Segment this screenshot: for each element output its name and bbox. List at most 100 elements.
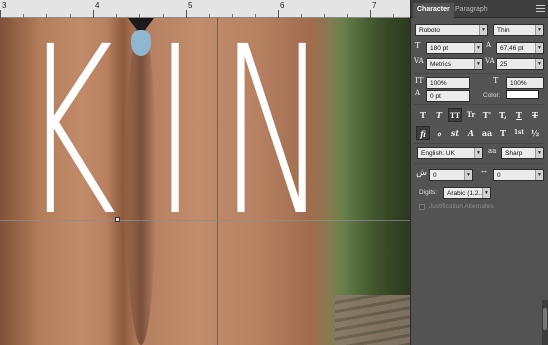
headline-letter-k: K [22,0,117,267]
language-value: English: UK [421,150,455,157]
strikethrough-button[interactable]: T [528,108,542,122]
chevron-down-icon: ▼ [535,59,543,69]
tab-paragraph[interactable]: Paragraph [451,3,492,18]
faux-bold-button[interactable]: T [416,108,430,122]
tab-character[interactable]: Character [413,3,454,18]
faux-italic-button[interactable]: T [432,108,446,122]
ruler-tick [232,14,233,18]
chevron-down-icon: ▼ [474,43,482,53]
chevron-down-icon: ▼ [474,59,482,69]
discretionary-ligatures-button[interactable]: st [448,126,462,140]
kashida-icon: ش [416,168,427,178]
ruler-tick [186,10,187,18]
ruler-number: 5 [188,1,193,10]
text-layer-headline[interactable]: K I N [22,0,382,267]
chevron-down-icon: ▼ [464,170,472,180]
text-color-swatch[interactable] [506,90,539,99]
divider [414,143,544,144]
diacritics-dropdown[interactable]: 0 ▼ [493,169,544,181]
panel-menu-icon[interactable] [536,5,545,12]
all-caps-button[interactable]: TT [448,108,462,122]
ruler-tick [347,14,348,18]
digits-label: Digits: [419,189,438,196]
divider [414,163,544,164]
headline-letter-i: I [154,0,197,267]
subscript-button[interactable]: T, [496,108,510,122]
ruler-tick [255,14,256,18]
justification-alternates-label: Justification Alternates [429,203,494,210]
leading-field[interactable]: 67,46 pt ▼ [496,42,544,54]
language-dropdown[interactable]: English: UK ▼ [417,147,483,159]
ordinals-button[interactable]: 1st [512,126,526,140]
digits-value: Arabic (1,2... [447,190,484,197]
anchor-handle[interactable] [115,217,120,222]
titling-alternates-button[interactable]: T [496,126,510,140]
antialias-value: Sharp [505,150,523,157]
ruler-tick [324,14,325,18]
character-panel: Character Paragraph Roboto ▼ Thin ▼ T 18… [410,0,548,345]
scrollbar-thumb[interactable] [543,308,547,330]
ruler-number: 4 [95,1,100,10]
panel-tab-bar: Character Paragraph [411,0,548,18]
chevron-down-icon: ▼ [535,170,543,180]
ruler-tick [393,14,394,18]
ruler-tick [278,10,279,18]
diacritics-icon: ↔ [481,168,487,176]
vertical-scale-field[interactable]: 100% [426,77,470,89]
tracking-icon: VA [485,57,495,65]
chevron-down-icon: ▼ [535,148,543,158]
kashida-value: 0 [433,172,437,179]
justification-alternates-checkbox[interactable] [419,204,425,210]
opentype-buttons: fi ℴ st A aa T 1st ½ [414,126,546,140]
vertical-scale-value: 100% [430,80,447,87]
swash-button[interactable]: A [464,126,478,140]
ruler-tick [370,10,371,18]
kashida-dropdown[interactable]: 0 ▼ [429,169,473,181]
tracking-dropdown[interactable]: 25 ▼ [496,58,544,70]
font-style-dropdown[interactable]: Thin ▼ [493,24,544,36]
stylistic-alternates-button[interactable]: aa [480,126,494,140]
ruler-tick [93,10,94,18]
document-canvas[interactable]: K I N 3 4 5 6 7 [0,0,410,345]
font-style-value: Thin [497,27,510,34]
baseline-shift-field[interactable]: 0 pt [426,90,470,102]
diacritics-value: 0 [497,172,501,179]
panel-scrollbar[interactable] [542,300,548,345]
horizontal-scale-field[interactable]: 100% [506,77,544,89]
chevron-down-icon: ▼ [535,25,543,35]
horizontal-guide[interactable] [0,220,410,221]
vertical-guide[interactable] [217,18,218,345]
kerning-value: Metrics [430,61,451,68]
chevron-down-icon: ▼ [479,25,487,35]
horizontal-scale-value: 100% [510,80,527,87]
horizontal-ruler[interactable]: 3 4 5 6 7 [0,0,410,18]
underline-button[interactable]: T [512,108,526,122]
chevron-down-icon: ▼ [535,43,543,53]
contextual-alternates-button[interactable]: ℴ [432,126,446,140]
tracking-value: 25 [500,61,508,68]
font-size-field[interactable]: 180 pt ▼ [426,42,483,54]
divider [414,104,544,105]
divider [414,73,544,74]
superscript-button[interactable]: T' [480,108,494,122]
digits-dropdown[interactable]: Arabic (1,2... ▼ [443,187,491,199]
ligatures-button[interactable]: fi [416,126,430,140]
ruler-tick [0,10,1,18]
ruler-tick [301,14,302,18]
kerning-dropdown[interactable]: Metrics ▼ [426,58,483,70]
ruler-tick [70,14,71,18]
font-family-dropdown[interactable]: Roboto ▼ [415,24,488,36]
ruler-tick [163,14,164,18]
ruler-tick [209,14,210,18]
antialias-dropdown[interactable]: Sharp ▼ [501,147,544,159]
antialias-icon: aa [488,147,497,155]
ruler-tick [139,14,140,18]
baseline-shift-value: 0 pt [430,93,441,100]
small-caps-button[interactable]: Tr [464,108,478,122]
font-style-buttons: T T TT Tr T' T, T T [414,108,546,122]
font-size-icon: T [415,41,421,50]
ruler-tick [46,14,47,18]
headline-letter-n: N [220,0,328,267]
fractions-button[interactable]: ½ [528,126,542,140]
font-size-value: 180 pt [430,45,449,52]
